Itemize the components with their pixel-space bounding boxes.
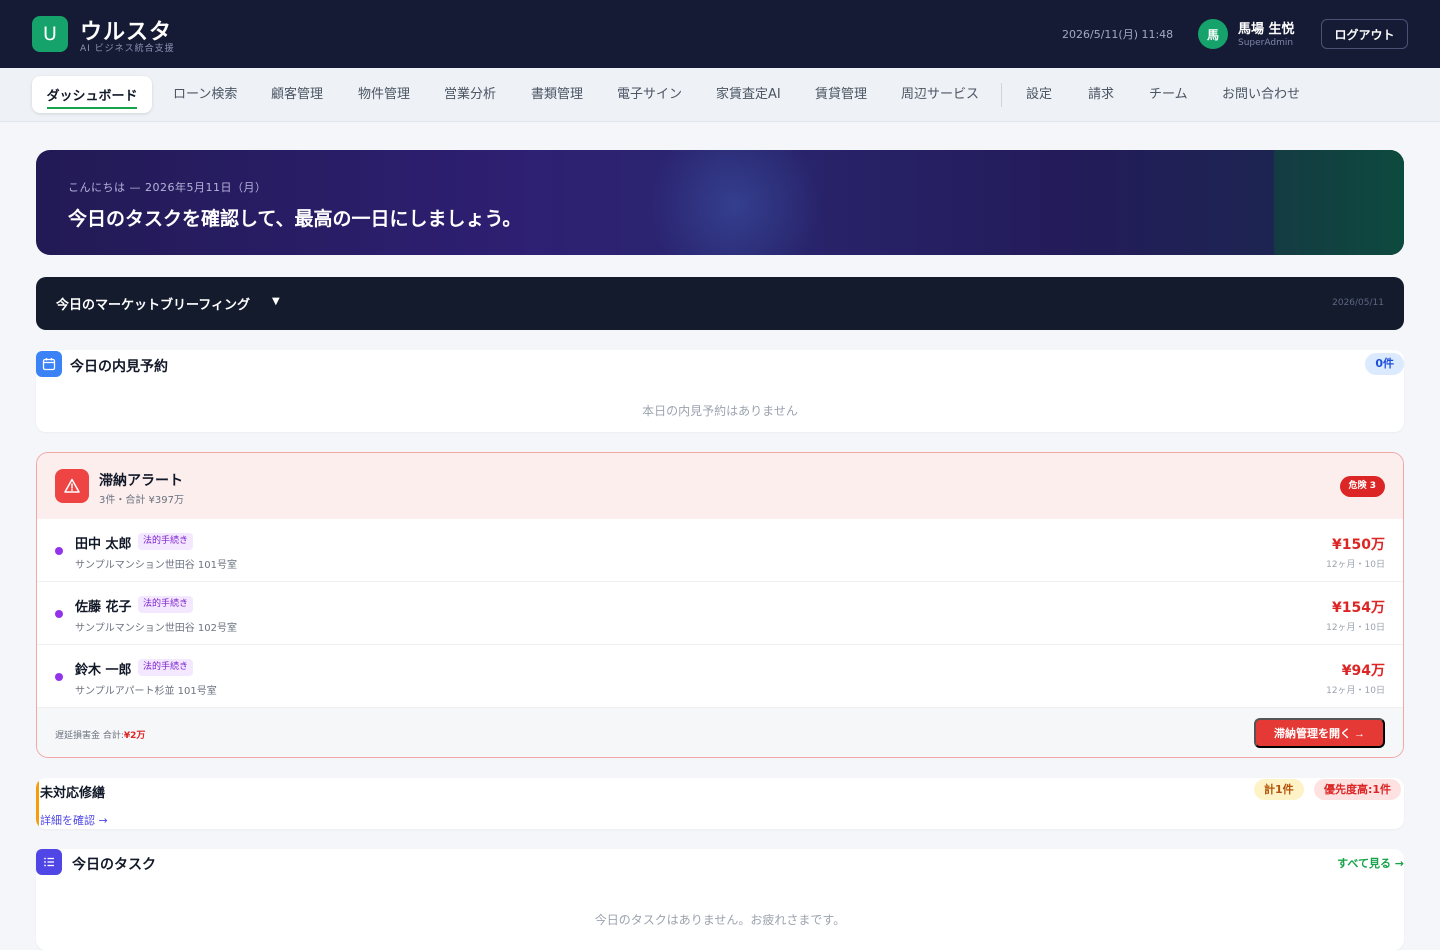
arrears-duration: 12ヶ月・10日 — [1326, 560, 1385, 570]
late-fee-total: 遅延損害金 合計:¥2万 — [55, 728, 145, 741]
nav-item-billing[interactable]: 請求 — [1088, 68, 1114, 122]
nav-item-loan-search[interactable]: ローン検索 — [173, 68, 237, 122]
tenant-name: 佐藤 花子 — [75, 600, 132, 615]
nav-item-sales-analysis[interactable]: 営業分析 — [444, 68, 496, 122]
property-name: サンプルマンション世田谷 101号室 — [75, 560, 237, 571]
user-avatar[interactable]: 馬 — [1198, 19, 1228, 49]
logout-button[interactable]: ログアウト — [1321, 19, 1408, 49]
arrears-amount: ¥150万 — [1332, 537, 1385, 553]
list-icon — [36, 849, 62, 875]
repairs-title: 未対応修繕 — [40, 786, 106, 801]
viewing-count-badge: 0件 — [1365, 353, 1404, 375]
tasks-title: 今日のタスク — [72, 857, 156, 873]
danger-count-badge: 危険 3 — [1339, 476, 1385, 497]
nav-item-documents[interactable]: 書類管理 — [531, 68, 583, 122]
property-name: サンプルマンション世田谷 102号室 — [75, 623, 237, 634]
nav-item-properties[interactable]: 物件管理 — [358, 68, 410, 122]
status-dot-icon — [55, 610, 63, 618]
briefing-title: 今日のマーケットブリーフィング — [56, 298, 250, 313]
arrears-header: 滞納アラート 3件・合計 ¥397万 危険 3 — [37, 453, 1403, 519]
arrears-row[interactable]: 佐藤 花子 法的手続き サンプルマンション世田谷 102号室 ¥154万 12ヶ… — [37, 582, 1403, 645]
tasks-empty-message: 今日のタスクはありません。お疲れさまです。 — [594, 913, 846, 927]
arrears-duration: 12ヶ月・10日 — [1326, 623, 1385, 633]
nav-item-nearby-services[interactable]: 周辺サービス — [901, 68, 979, 122]
alert-triangle-icon — [55, 469, 89, 503]
late-fee-label: 遅延損害金 合計: — [55, 731, 124, 741]
user-name: 馬場 生悦 — [1238, 22, 1295, 37]
status-dot-icon — [55, 673, 63, 681]
nav-item-rental-management[interactable]: 賃貸管理 — [815, 68, 867, 122]
brand-tagline: AI ビジネス統合支援 — [80, 44, 175, 54]
hero-glow — [636, 150, 836, 255]
app-logo[interactable]: U — [32, 16, 68, 52]
market-briefing-toggle[interactable]: 今日のマーケットブリーフィング ▼ 2026/05/11 — [36, 277, 1404, 330]
viewing-title: 今日の内見予約 — [70, 359, 168, 375]
status-tag: 法的手続き — [138, 533, 194, 550]
nav-item-contact[interactable]: お問い合わせ — [1222, 68, 1300, 122]
app-header: U ウルスタ AI ビジネス統合支援 2026/5/11(月) 11:48 馬 … — [0, 0, 1440, 68]
hero-greeting: こんにちは — 2026年5月11日（月） — [68, 181, 267, 194]
active-tab-indicator — [47, 107, 137, 109]
current-datetime: 2026/5/11(月) 11:48 — [1062, 28, 1174, 41]
hero-banner: こんにちは — 2026年5月11日（月） 今日のタスクを確認して、最高の一日に… — [36, 150, 1404, 255]
arrears-duration: 12ヶ月・10日 — [1326, 686, 1385, 696]
viewing-empty-message: 本日の内見予約はありません — [642, 404, 798, 418]
viewing-card: 今日の内見予約 0件 本日の内見予約はありません — [36, 350, 1404, 432]
arrears-row[interactable]: 田中 太郎 法的手続き サンプルマンション世田谷 101号室 ¥150万 12ヶ… — [37, 519, 1403, 582]
tenant-name: 田中 太郎 — [75, 537, 132, 552]
nav-item-e-sign[interactable]: 電子サイン — [617, 68, 682, 122]
nav-item-settings[interactable]: 設定 — [1026, 68, 1052, 122]
hero-title: 今日のタスクを確認して、最高の一日にしましょう。 — [68, 208, 522, 230]
tenant-name: 鈴木 一郎 — [75, 663, 132, 678]
status-dot-icon — [55, 547, 63, 555]
pending-repairs-card: 未対応修繕 詳細を確認 → 計1件 優先度高:1件 — [36, 778, 1404, 829]
arrears-alert-card: 滞納アラート 3件・合計 ¥397万 危険 3 田中 太郎 法的手続き サンプル… — [36, 452, 1404, 758]
briefing-date: 2026/05/11 — [1332, 298, 1384, 308]
status-tag: 法的手続き — [138, 596, 194, 613]
nav-item-rent-ai[interactable]: 家賃査定AI — [716, 68, 781, 122]
nav-item-customers[interactable]: 顧客管理 — [271, 68, 323, 122]
arrears-amount: ¥154万 — [1332, 600, 1385, 616]
arrears-amount: ¥94万 — [1341, 663, 1385, 679]
arrears-row[interactable]: 鈴木 一郎 法的手続き サンプルアパート杉並 101号室 ¥94万 12ヶ月・1… — [37, 645, 1403, 708]
caret-down-icon: ▼ — [272, 296, 280, 307]
see-all-tasks-link[interactable]: すべて見る → — [1337, 855, 1404, 871]
property-name: サンプルアパート杉並 101号室 — [75, 686, 217, 697]
repairs-high-priority-badge: 優先度高:1件 — [1314, 779, 1402, 800]
nav-divider — [1001, 83, 1002, 107]
repairs-total-badge: 計1件 — [1254, 779, 1304, 800]
todays-tasks-card: 今日のタスク すべて見る → 今日のタスクはありません。お疲れさまです。 — [36, 849, 1404, 950]
calendar-icon — [36, 351, 62, 377]
arrears-title: 滞納アラート — [99, 473, 183, 489]
open-arrears-management-button[interactable]: 滞納管理を開く → — [1254, 718, 1385, 748]
arrears-summary: 3件・合計 ¥397万 — [99, 495, 184, 506]
repairs-details-link[interactable]: 詳細を確認 → — [40, 812, 108, 828]
status-tag: 法的手続き — [138, 659, 194, 676]
nav-item-team[interactable]: チーム — [1149, 68, 1188, 122]
priority-accent-bar — [36, 778, 39, 829]
main-nav: ローン検索 顧客管理 物件管理 営業分析 書類管理 電子サイン 家賃査定AI 賃… — [0, 68, 1440, 122]
arrears-footer: 遅延損害金 合計:¥2万 滞納管理を開く → — [37, 708, 1403, 757]
hero-accent — [1274, 150, 1404, 255]
user-role: SuperAdmin — [1238, 38, 1294, 48]
late-fee-value: ¥2万 — [123, 731, 146, 741]
